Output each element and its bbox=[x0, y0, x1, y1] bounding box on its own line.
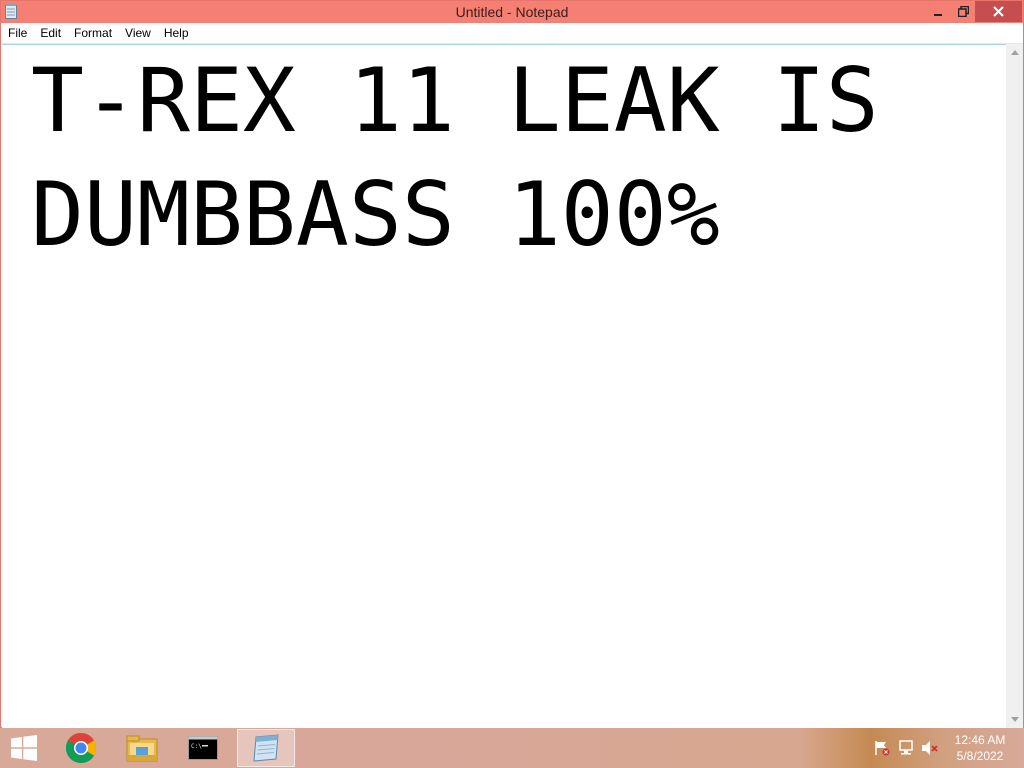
chrome-icon bbox=[65, 732, 97, 764]
taskbar-file-explorer[interactable] bbox=[113, 729, 171, 767]
notepad-icon bbox=[253, 734, 279, 762]
taskbar: C:\ 12:46 AM 5/8/2022 bbox=[0, 728, 1024, 768]
editor-line-1[interactable]: T-REX 11 LEAK IS bbox=[31, 51, 879, 151]
scroll-down-button[interactable] bbox=[1006, 711, 1023, 728]
network-icon[interactable] bbox=[898, 740, 916, 756]
svg-text:C:\: C:\ bbox=[191, 743, 202, 750]
command-prompt-icon: C:\ bbox=[188, 736, 218, 760]
clock-time: 12:46 AM bbox=[954, 733, 1006, 747]
file-explorer-icon bbox=[126, 735, 158, 762]
menu-edit[interactable]: Edit bbox=[33, 23, 67, 43]
action-center-flag-icon[interactable] bbox=[873, 740, 891, 756]
close-button[interactable] bbox=[975, 1, 1022, 22]
restore-icon bbox=[957, 6, 969, 17]
minimize-icon bbox=[934, 13, 942, 16]
minimize-button[interactable] bbox=[925, 1, 951, 22]
close-icon bbox=[993, 6, 1004, 17]
menu-help[interactable]: Help bbox=[157, 23, 195, 43]
scroll-down-arrow-icon bbox=[1010, 717, 1019, 722]
editor-line-2[interactable]: DUMBBASS 100% bbox=[31, 165, 720, 265]
taskbar-command-prompt[interactable]: C:\ bbox=[174, 729, 232, 767]
menu-format[interactable]: Format bbox=[67, 23, 118, 43]
taskbar-notepad[interactable] bbox=[237, 729, 295, 767]
menu-view[interactable]: View bbox=[118, 23, 157, 43]
window-title: Untitled - Notepad bbox=[455, 4, 569, 20]
scroll-up-button[interactable] bbox=[1006, 44, 1023, 61]
scroll-up-arrow-icon bbox=[1010, 50, 1019, 55]
text-editor[interactable]: T-REX 11 LEAK IS DUMBBASS 100% bbox=[2, 44, 1006, 728]
vertical-scrollbar[interactable] bbox=[1006, 44, 1023, 728]
volume-muted-icon[interactable] bbox=[921, 740, 939, 756]
title-bar[interactable]: Untitled - Notepad bbox=[1, 1, 1023, 23]
start-button[interactable] bbox=[0, 728, 48, 768]
notepad-window: Untitled - Notepad File Edit Format View… bbox=[0, 0, 1024, 728]
clock-date: 5/8/2022 bbox=[956, 749, 1004, 763]
menu-file[interactable]: File bbox=[1, 23, 33, 43]
menu-bar: File Edit Format View Help bbox=[1, 23, 1023, 44]
windows-logo-icon bbox=[11, 735, 37, 761]
taskbar-chrome[interactable] bbox=[52, 729, 110, 767]
restore-button[interactable] bbox=[951, 1, 975, 22]
system-clock[interactable]: 12:46 AM 5/8/2022 bbox=[944, 732, 1016, 764]
